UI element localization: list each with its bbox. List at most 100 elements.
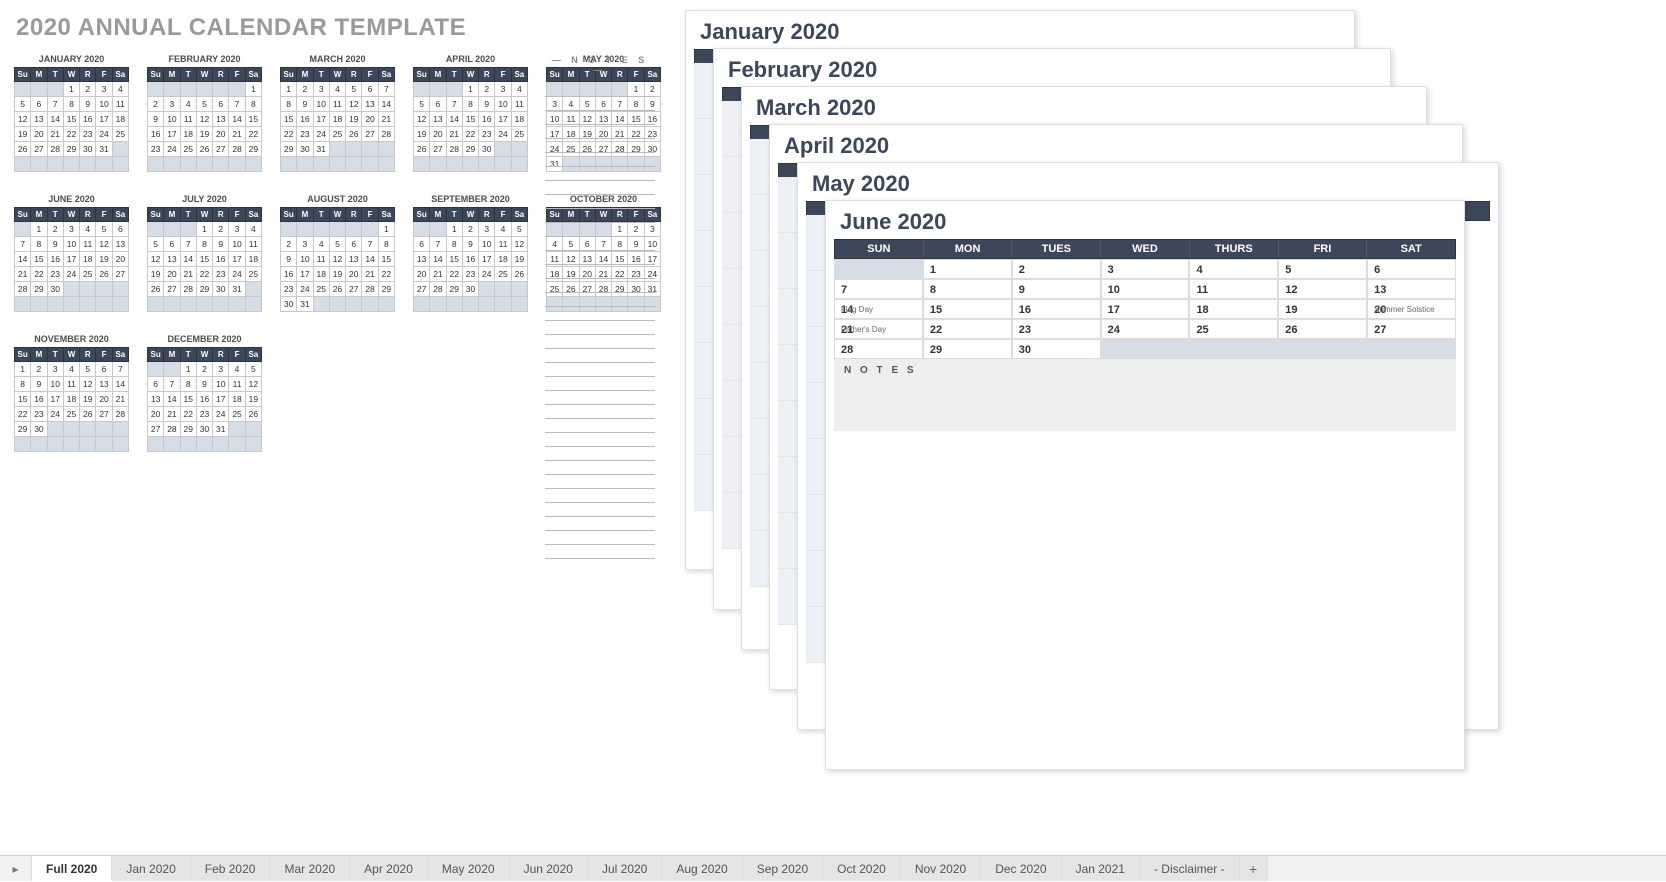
sheet-tab[interactable]: Full 2020 [32,856,112,881]
day-cell[interactable]: 6 [1367,259,1456,279]
mini-calendar-title: MARCH 2020 [280,50,395,67]
notes-line[interactable] [545,237,655,251]
notes-line[interactable] [545,223,655,237]
notes-line[interactable] [545,545,655,559]
day-cell[interactable]: 13 [1367,279,1456,299]
day-cell[interactable]: 15 [923,299,1012,319]
notes-line[interactable] [545,83,655,97]
sheet-tab[interactable]: Aug 2020 [662,856,742,881]
notes-line[interactable] [545,195,655,209]
notes-line[interactable] [545,321,655,335]
mini-day-cell [414,222,430,237]
day-cell[interactable]: 21Father's Day [834,319,923,339]
notes-line[interactable] [545,153,655,167]
month-notes-area[interactable]: N O T E S [834,359,1456,431]
sheet-tab[interactable]: Jan 2021 [1062,856,1140,881]
notes-line[interactable] [545,489,655,503]
notes-line[interactable] [545,209,655,223]
notes-line[interactable] [545,125,655,139]
notes-line[interactable] [545,265,655,279]
day-cell[interactable]: 25 [1189,319,1278,339]
sheet-tab[interactable]: Nov 2020 [901,856,981,881]
sheet-tab[interactable]: - Disclaimer - [1140,856,1240,881]
day-cell[interactable]: 2 [1012,259,1101,279]
day-cell[interactable]: 9 [1012,279,1101,299]
day-cell[interactable] [834,259,923,279]
day-cell[interactable]: 17 [1101,299,1190,319]
mini-day-header: Su [281,68,297,82]
sheet-tab[interactable]: Feb 2020 [191,856,271,881]
notes-line[interactable] [545,139,655,153]
mini-day-cell [495,142,511,157]
notes-line[interactable] [545,517,655,531]
notes-line[interactable] [545,293,655,307]
day-cell[interactable]: 20Summer Solstice [1367,299,1456,319]
notes-line[interactable] [545,335,655,349]
day-cell[interactable]: 26 [1278,319,1367,339]
sheet-tab[interactable]: Dec 2020 [981,856,1061,881]
mini-day-header: Su [148,348,164,362]
day-cell[interactable] [1101,339,1190,359]
day-cell[interactable]: 23 [1012,319,1101,339]
notes-line[interactable] [545,167,655,181]
sheet-tab[interactable]: Jun 2020 [510,856,588,881]
sheet-tab[interactable]: Mar 2020 [270,856,350,881]
day-cell[interactable] [1189,339,1278,359]
mini-day-cell: 6 [164,237,180,252]
notes-line[interactable] [545,419,655,433]
day-cell[interactable]: 12 [1278,279,1367,299]
notes-line[interactable] [545,181,655,195]
tab-add-button[interactable]: + [1240,856,1268,881]
day-cell[interactable]: 10 [1101,279,1190,299]
day-cell[interactable]: 4 [1189,259,1278,279]
notes-line[interactable] [545,503,655,517]
day-cell[interactable]: 3 [1101,259,1190,279]
notes-line[interactable] [545,279,655,293]
day-cell[interactable]: 22 [923,319,1012,339]
mini-day-cell [164,362,180,377]
notes-line[interactable] [545,531,655,545]
mini-calendar: NOVEMBER 2020SuMTWRFSa123456789101112131… [14,330,129,452]
mini-day-cell: 17 [63,252,79,267]
day-cell[interactable]: 24 [1101,319,1190,339]
notes-line[interactable] [545,461,655,475]
sheet-tab[interactable]: Sep 2020 [743,856,823,881]
day-cell[interactable] [1278,339,1367,359]
sheet-tab[interactable]: Apr 2020 [350,856,428,881]
notes-line[interactable] [545,307,655,321]
day-cell[interactable]: 27 [1367,319,1456,339]
day-cell[interactable]: 18 [1189,299,1278,319]
mini-day-cell: 10 [96,97,112,112]
mini-day-cell [495,157,511,172]
day-cell[interactable]: 7 [834,279,923,299]
day-cell[interactable] [1367,339,1456,359]
day-cell[interactable]: 19 [1278,299,1367,319]
notes-line[interactable] [545,433,655,447]
day-cell[interactable]: 14Flag Day [834,299,923,319]
notes-line[interactable] [545,363,655,377]
day-cell[interactable]: 30 [1012,339,1101,359]
notes-line[interactable] [545,349,655,363]
notes-line[interactable] [545,111,655,125]
sheet-tab[interactable]: May 2020 [428,856,510,881]
mini-day-cell: 16 [297,112,313,127]
day-cell[interactable]: 28 [834,339,923,359]
day-cell[interactable]: 5 [1278,259,1367,279]
notes-line[interactable] [545,391,655,405]
sheet-tab[interactable]: Oct 2020 [823,856,901,881]
mini-day-header: W [329,208,345,222]
tab-nav-prev[interactable]: ▸ [0,856,32,881]
day-cell[interactable]: 8 [923,279,1012,299]
sheet-tab[interactable]: Jan 2020 [112,856,190,881]
day-cell[interactable]: 11 [1189,279,1278,299]
notes-line[interactable] [545,377,655,391]
day-cell[interactable]: 29 [923,339,1012,359]
notes-line[interactable] [545,447,655,461]
notes-line[interactable] [545,405,655,419]
notes-line[interactable] [545,475,655,489]
notes-line[interactable] [545,97,655,111]
day-cell[interactable]: 1 [923,259,1012,279]
sheet-tab[interactable]: Jul 2020 [588,856,662,881]
notes-line[interactable] [545,251,655,265]
day-cell[interactable]: 16 [1012,299,1101,319]
